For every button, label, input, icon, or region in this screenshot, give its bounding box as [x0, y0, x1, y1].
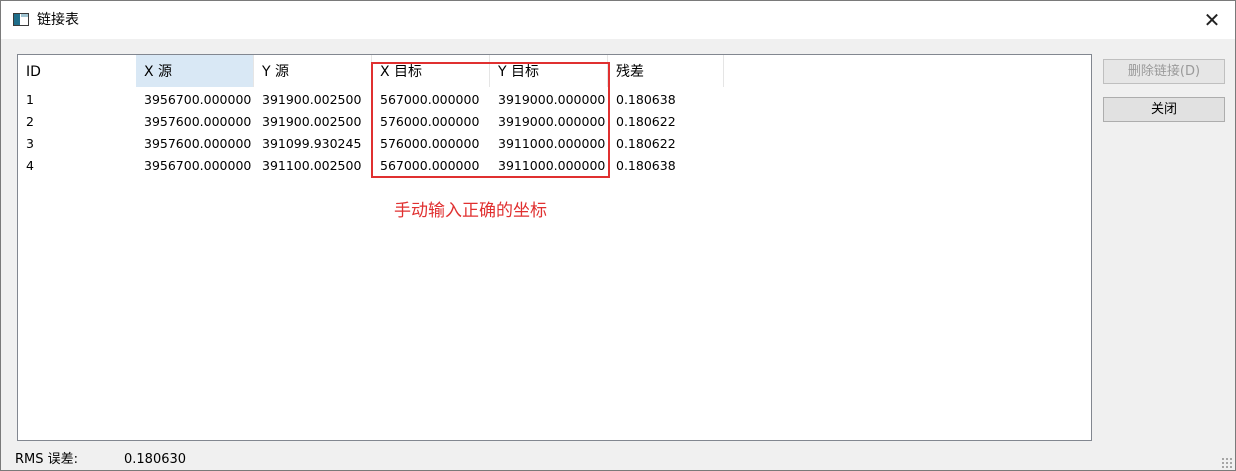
- cell-x-source: 3956700.000000: [144, 92, 252, 107]
- cell-y-target[interactable]: 3911000.000000: [490, 155, 605, 177]
- cell-residual: 0.180638: [616, 92, 676, 107]
- title-bar: 链接表 ✕: [1, 1, 1235, 39]
- column-header-residual[interactable]: 残差: [608, 55, 724, 87]
- window-title: 链接表: [37, 12, 79, 28]
- window-app-icon: [13, 13, 29, 26]
- cell-x-source: 3957600.000000: [144, 114, 252, 129]
- table-row[interactable]: 1 3956700.000000 391900.002500 567000.00…: [18, 89, 718, 111]
- cell-residual: 0.180638: [616, 158, 676, 173]
- cell-y-source: 391100.002500: [262, 158, 362, 173]
- close-button[interactable]: 关闭: [1103, 97, 1225, 122]
- cell-y-source: 391900.002500: [262, 114, 362, 129]
- resize-grip[interactable]: [1221, 457, 1233, 469]
- column-header-x-source[interactable]: X 源: [136, 55, 254, 87]
- cell-x-target[interactable]: 567000.000000: [372, 89, 479, 111]
- table-row[interactable]: 3 3957600.000000 391099.930245 576000.00…: [18, 133, 718, 155]
- cell-residual: 0.180622: [616, 114, 676, 129]
- cell-x-target[interactable]: 567000.000000: [372, 155, 479, 177]
- cell-id: 3: [26, 136, 34, 151]
- close-icon[interactable]: ✕: [1197, 5, 1227, 35]
- column-header-y-target[interactable]: Y 目标: [490, 55, 608, 87]
- cell-y-target[interactable]: 3919000.000000: [490, 89, 605, 111]
- cell-x-source: 3957600.000000: [144, 136, 252, 151]
- rms-error-label: RMS 误差:: [15, 452, 79, 467]
- annotation-label: 手动输入正确的坐标: [394, 201, 547, 221]
- rms-error-value: 0.180630: [124, 452, 187, 467]
- table-row[interactable]: 4 3956700.000000 391100.002500 567000.00…: [18, 155, 718, 177]
- cell-y-source: 391900.002500: [262, 92, 362, 107]
- cell-id: 1: [26, 92, 34, 107]
- cell-x-source: 3956700.000000: [144, 158, 252, 173]
- table-row[interactable]: 2 3957600.000000 391900.002500 576000.00…: [18, 111, 718, 133]
- cell-x-target[interactable]: 576000.000000: [372, 133, 479, 155]
- cell-id: 2: [26, 114, 34, 129]
- table-header: ID X 源 Y 源 X 目标 Y 目标 残差: [18, 55, 1091, 87]
- cell-y-target[interactable]: 3911000.000000: [490, 133, 605, 155]
- column-header-id[interactable]: ID: [18, 55, 136, 87]
- link-table-window: 链接表 ✕ ID X 源 Y 源 X 目标 Y 目标 残差 1 3956700.…: [0, 0, 1236, 471]
- cell-y-source: 391099.930245: [262, 136, 362, 151]
- cell-residual: 0.180622: [616, 136, 676, 151]
- link-table-grid[interactable]: ID X 源 Y 源 X 目标 Y 目标 残差 1 3956700.000000…: [17, 54, 1092, 441]
- cell-id: 4: [26, 158, 34, 173]
- cell-y-target[interactable]: 3919000.000000: [490, 111, 605, 133]
- column-header-x-target[interactable]: X 目标: [372, 55, 490, 87]
- column-header-y-source[interactable]: Y 源: [254, 55, 372, 87]
- cell-x-target[interactable]: 576000.000000: [372, 111, 479, 133]
- delete-link-button[interactable]: 删除链接(D): [1103, 59, 1225, 84]
